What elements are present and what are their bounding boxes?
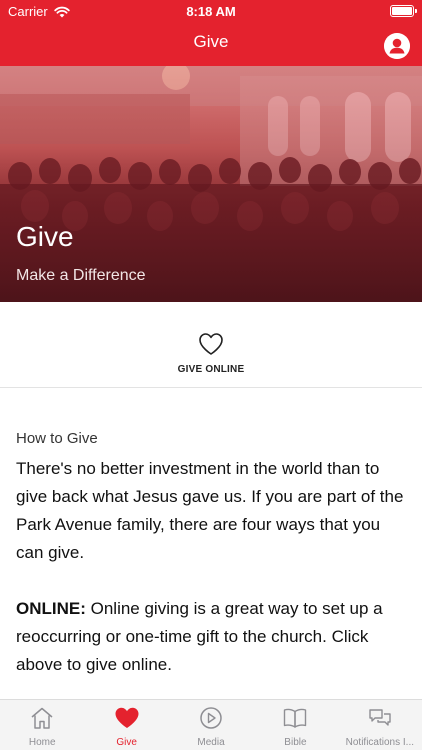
- house-icon: [31, 707, 53, 729]
- tab-bible[interactable]: Bible: [253, 700, 337, 750]
- status-bar: Carrier 8:18 AM: [0, 0, 422, 24]
- tab-notifications[interactable]: Notifications I...: [338, 700, 422, 750]
- tab-home-label: Home: [28, 737, 56, 748]
- tab-bar: Home Give Media Bible Notifications I...: [0, 699, 422, 750]
- app-screen: Carrier 8:18 AM Give Give Make a Differe…: [0, 0, 422, 750]
- heart-outline-icon: [199, 333, 223, 355]
- book-icon: [284, 708, 307, 728]
- online-paragraph: ONLINE: Online giving is a great way to …: [16, 595, 412, 679]
- top-bar: Carrier 8:18 AM Give: [0, 0, 422, 66]
- tab-home[interactable]: Home: [0, 700, 84, 750]
- play-circle-icon: [200, 707, 222, 729]
- tab-media-label: Media: [197, 737, 225, 748]
- heart-filled-icon: [115, 707, 139, 728]
- tab-bible-label: Bible: [284, 737, 307, 748]
- hero-title: Give: [16, 221, 74, 252]
- hero-banner: Give Make a Difference: [0, 66, 422, 302]
- give-online-label: GIVE ONLINE: [177, 364, 245, 375]
- battery-icon: [390, 5, 417, 17]
- give-online-button[interactable]: GIVE ONLINE: [0, 302, 422, 388]
- status-time: 8:18 AM: [186, 4, 236, 19]
- profile-button[interactable]: [384, 33, 410, 59]
- content-section: How to Give There's no better investment…: [16, 430, 412, 679]
- chat-bubbles-icon: [369, 709, 391, 726]
- tab-media[interactable]: Media: [169, 700, 253, 750]
- hero-subtitle: Make a Difference: [16, 267, 146, 284]
- section-title: How to Give: [16, 430, 98, 447]
- tab-give[interactable]: Give: [84, 700, 168, 750]
- intro-paragraph: There's no better investment in the worl…: [16, 459, 404, 562]
- page-title: Give: [193, 32, 229, 51]
- online-label: ONLINE:: [16, 599, 86, 618]
- tab-give-label: Give: [116, 737, 137, 748]
- person-circle-icon: [384, 33, 410, 59]
- tab-notifications-label: Notifications I...: [345, 737, 414, 748]
